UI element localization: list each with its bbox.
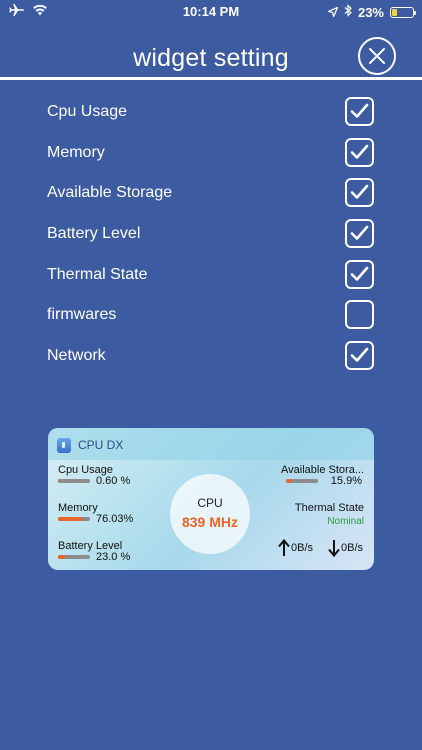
available-storage-value: 15.9% (330, 475, 362, 487)
checkbox-memory[interactable] (345, 137, 374, 167)
arrow-up-icon (278, 539, 290, 556)
close-button[interactable] (358, 37, 396, 75)
cpu-usage-bar-fill (58, 479, 59, 483)
battery-level-bar (58, 555, 90, 559)
setting-row-memory[interactable]: Memory (0, 133, 422, 174)
status-bar: 10:14 PM 23% (0, 0, 422, 24)
download-rate-value: 0B/s (341, 542, 364, 554)
cpu-frequency-circle: CPU 839 MHz (170, 474, 250, 554)
setting-row-available-storage[interactable]: Available Storage (0, 173, 422, 214)
available-storage-bar (286, 479, 318, 483)
check-icon (350, 103, 369, 118)
battery-fill (392, 8, 397, 16)
thermal-state-value: Nominal (327, 516, 364, 527)
setting-label: Cpu Usage (47, 103, 128, 120)
battery-level-value: 23.0 % (96, 551, 131, 563)
checkbox-cpu-usage[interactable] (345, 97, 374, 126)
battery-level-bar-fill (58, 555, 66, 559)
battery-icon (390, 6, 416, 18)
setting-label: Network (47, 347, 106, 365)
cpu-frequency: 839 MHz (181, 514, 239, 530)
bluetooth-icon (344, 4, 352, 20)
memory-bar-fill (58, 517, 83, 521)
cpu-usage-value: 0.60 % (96, 475, 131, 487)
setting-label: firmwares (47, 306, 117, 324)
location-arrow-icon (327, 5, 339, 20)
check-icon (350, 225, 369, 240)
widget-preview: CPU DX Cpu Usage 0.60 % Memory 76.03% Ba… (48, 428, 374, 570)
setting-label: Thermal State (47, 265, 148, 283)
widget-app-name: CPU DX (78, 438, 124, 452)
close-icon (369, 48, 385, 64)
cpu-label: CPU (197, 496, 223, 510)
thermal-state-label: Thermal State (294, 502, 364, 514)
check-icon (350, 144, 369, 159)
memory-label: Memory (58, 502, 98, 514)
setting-label: Available Storage (47, 184, 173, 202)
setting-row-network[interactable]: Network (0, 336, 422, 377)
upload-rate-value: 0B/s (291, 542, 314, 554)
available-storage-bar-fill (286, 479, 292, 483)
memory-bar (58, 517, 90, 521)
status-right: 23% (327, 4, 416, 20)
setting-label: Memory (47, 143, 105, 161)
upload-rate: 0B/s (278, 539, 313, 557)
battery-nub (414, 10, 416, 15)
header: widget setting (0, 37, 422, 80)
check-icon (350, 185, 369, 200)
setting-row-firmwares[interactable]: firmwares (0, 295, 422, 336)
setting-row-battery-level[interactable]: Battery Level (0, 214, 422, 255)
checkbox-network[interactable] (345, 341, 374, 371)
setting-row-cpu-usage[interactable]: Cpu Usage (0, 92, 422, 133)
app-icon (57, 438, 71, 453)
check-icon (350, 266, 369, 281)
setting-label: Battery Level (47, 225, 141, 243)
setting-row-thermal-state[interactable]: Thermal State (0, 255, 422, 296)
check-icon (350, 347, 369, 362)
battery-percent: 23% (357, 4, 384, 20)
checkbox-battery-level[interactable] (345, 219, 374, 249)
checkbox-firmwares[interactable] (345, 300, 374, 330)
widget-header: CPU DX (48, 428, 374, 460)
checkbox-thermal-state[interactable] (345, 259, 374, 289)
checkbox-available-storage[interactable] (345, 178, 374, 208)
cpu-usage-bar (58, 479, 90, 483)
setting-list: Cpu Usage Memory Available Storage Batte… (0, 92, 422, 377)
arrow-down-icon (328, 540, 340, 557)
memory-value: 76.03% (96, 513, 134, 525)
download-rate: 0B/s (328, 539, 363, 557)
